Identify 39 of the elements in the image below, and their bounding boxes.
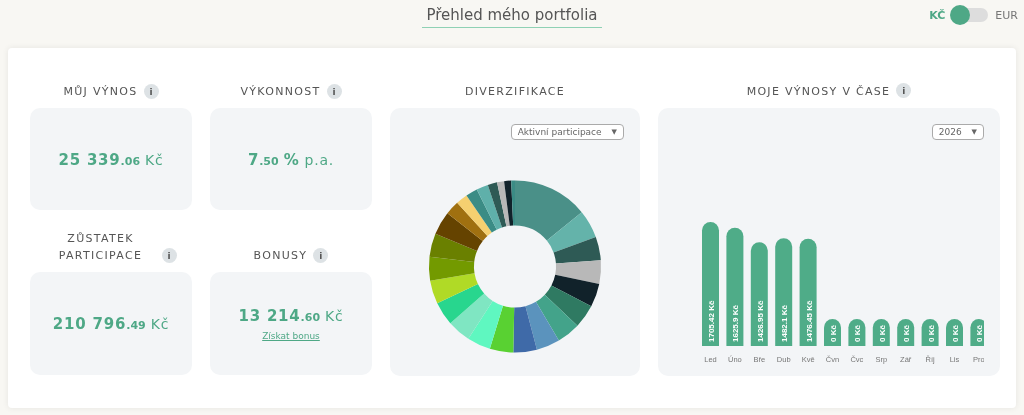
stat-value: 25 339.06 Kč xyxy=(58,149,164,169)
section-title: DIVERZIFIKACE xyxy=(464,83,566,100)
donut-slice xyxy=(429,256,475,281)
page-title: Přehled mého portfolia xyxy=(422,6,602,28)
section-title: MOJE VÝNOSY V ČASE xyxy=(746,83,891,100)
stat-title: VÝKONNOST xyxy=(240,84,321,100)
stat-title: MŮJ VÝNOS xyxy=(63,84,138,100)
info-icon[interactable]: i xyxy=(896,83,912,98)
bar xyxy=(970,319,984,346)
bar-value: 0 Kč xyxy=(951,325,960,342)
bar xyxy=(872,319,890,346)
stat-value: 210 796.49 Kč xyxy=(52,314,170,333)
bar-value: 1426.95 Kč xyxy=(755,300,765,342)
bar-value: 0 Kč xyxy=(853,325,863,342)
bar-value: 0 Kč xyxy=(926,325,936,342)
bar-value: 0 Kč xyxy=(975,325,984,342)
stat-value: 7.50 % p.a. xyxy=(247,149,335,169)
bar-value: 1482.1 Kč xyxy=(780,305,790,342)
bar xyxy=(848,319,866,346)
info-icon[interactable]: i xyxy=(326,84,342,99)
info-icon[interactable]: i xyxy=(161,248,177,263)
currency-option[interactable]: EUR xyxy=(995,8,1018,22)
info-icon[interactable]: i xyxy=(143,84,159,99)
bar-value: 0 Kč xyxy=(902,325,912,342)
stat-title: ZŮSTATEK PARTICIPACE xyxy=(57,231,144,264)
bar-value: 0 Kč xyxy=(877,325,887,342)
stat-value: 13 214.60 Kč xyxy=(238,306,344,325)
bar-value: 1705.42 Kč xyxy=(707,300,716,342)
stat-title: BONUSY xyxy=(253,248,308,264)
bar-value: 1476.45 Kč xyxy=(804,300,814,342)
bar xyxy=(897,319,915,346)
bar xyxy=(921,319,939,346)
info-icon[interactable]: i xyxy=(313,248,329,263)
bar-value: 1625.9 Kč xyxy=(731,305,741,342)
bar-value: 0 Kč xyxy=(829,325,838,342)
bar xyxy=(946,319,963,346)
donut-slice xyxy=(437,284,485,324)
bar xyxy=(824,319,841,346)
currency-toggle[interactable] xyxy=(952,8,989,22)
